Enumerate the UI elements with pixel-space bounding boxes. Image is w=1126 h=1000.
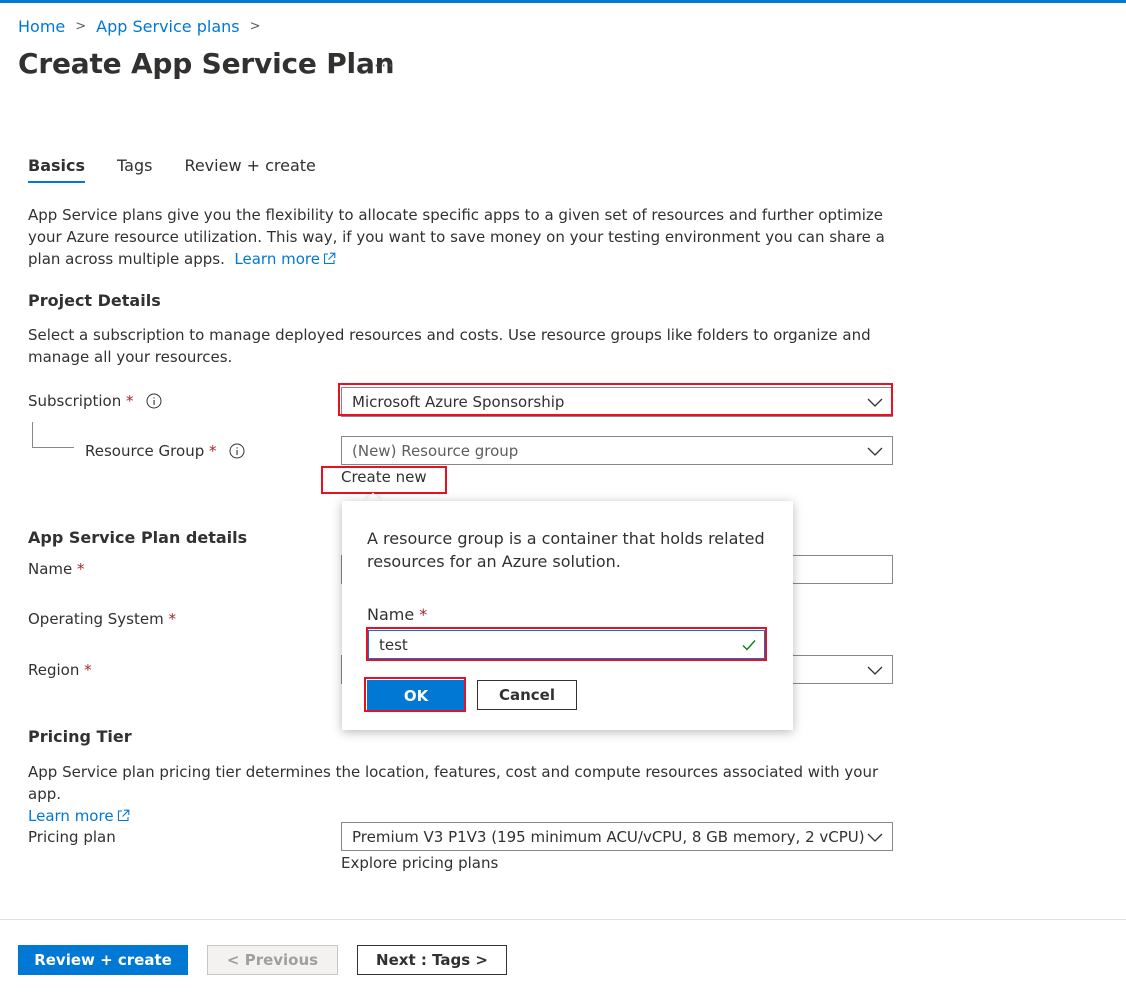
footer-divider	[0, 919, 1126, 920]
operating-system-label: Operating System *	[28, 610, 176, 628]
info-icon[interactable]	[146, 393, 162, 409]
ok-button[interactable]: OK	[367, 680, 465, 710]
resource-group-dropdown[interactable]: (New) Resource group	[341, 436, 893, 465]
tab-basics[interactable]: Basics	[28, 156, 86, 183]
more-options-icon[interactable]: ···	[374, 56, 395, 75]
tab-bar: Basics Tags Review + create	[28, 156, 348, 183]
subscription-value: Microsoft Azure Sponsorship	[352, 393, 565, 411]
tree-connector	[32, 422, 33, 448]
explore-pricing-plans-link[interactable]: Explore pricing plans	[341, 854, 498, 872]
subscription-label: Subscription *	[28, 392, 162, 410]
breadcrumb-app-service-plans[interactable]: App Service plans	[96, 17, 239, 36]
resource-group-name-value: test	[379, 636, 408, 654]
project-details-description: Select a subscription to manage deployed…	[28, 326, 871, 366]
intro-paragraph: App Service plans give you the flexibili…	[28, 204, 898, 270]
external-link-icon	[117, 809, 129, 822]
popup-name-label: Name *	[367, 605, 428, 624]
top-accent-bar	[0, 0, 1126, 3]
resource-group-value: (New) Resource group	[352, 442, 519, 460]
pricing-plan-value: Premium V3 P1V3 (195 minimum ACU/vCPU, 8…	[352, 828, 865, 846]
review-create-button[interactable]: Review + create	[18, 945, 188, 975]
name-label: Name *	[28, 560, 85, 578]
tab-review-create[interactable]: Review + create	[184, 156, 315, 183]
intro-text: App Service plans give you the flexibili…	[28, 206, 885, 268]
chevron-right-icon: >	[249, 18, 261, 34]
external-link-icon	[323, 252, 336, 265]
create-new-link[interactable]: Create new	[341, 468, 427, 486]
breadcrumb: Home > App Service plans >	[18, 15, 271, 37]
project-details-heading: Project Details	[28, 291, 161, 310]
learn-more-link[interactable]: Learn more	[234, 250, 336, 268]
pricing-learn-more-link[interactable]: Learn more	[28, 807, 130, 825]
pricing-tier-heading: Pricing Tier	[28, 727, 132, 746]
pricing-description-text: App Service plan pricing tier determines…	[28, 763, 879, 803]
popup-description: A resource group is a container that hol…	[367, 529, 765, 571]
tree-connector	[32, 447, 74, 448]
tab-tags[interactable]: Tags	[117, 156, 152, 183]
chevron-down-icon	[867, 447, 883, 456]
checkmark-icon	[742, 640, 756, 651]
next-tags-button[interactable]: Next : Tags >	[357, 945, 507, 975]
pricing-plan-dropdown[interactable]: Premium V3 P1V3 (195 minimum ACU/vCPU, 8…	[341, 822, 893, 851]
chevron-right-icon: >	[75, 18, 87, 34]
chevron-down-icon	[867, 398, 883, 407]
create-resource-group-popup: A resource group is a container that hol…	[342, 501, 793, 730]
previous-button[interactable]: < Previous	[207, 945, 338, 975]
region-label: Region *	[28, 661, 92, 679]
info-icon[interactable]	[229, 443, 245, 459]
cancel-button[interactable]: Cancel	[477, 680, 577, 710]
breadcrumb-home[interactable]: Home	[18, 17, 65, 36]
pricing-description: App Service plan pricing tier determines…	[28, 761, 898, 827]
plan-details-heading: App Service Plan details	[28, 528, 248, 547]
resource-group-label: Resource Group *	[85, 442, 245, 460]
pricing-plan-label: Pricing plan	[28, 828, 116, 846]
page-title: Create App Service Plan	[18, 47, 395, 80]
subscription-dropdown[interactable]: Microsoft Azure Sponsorship	[341, 387, 893, 417]
chevron-down-icon	[867, 833, 883, 842]
chevron-down-icon	[867, 666, 883, 675]
resource-group-name-input[interactable]: test	[368, 630, 765, 660]
